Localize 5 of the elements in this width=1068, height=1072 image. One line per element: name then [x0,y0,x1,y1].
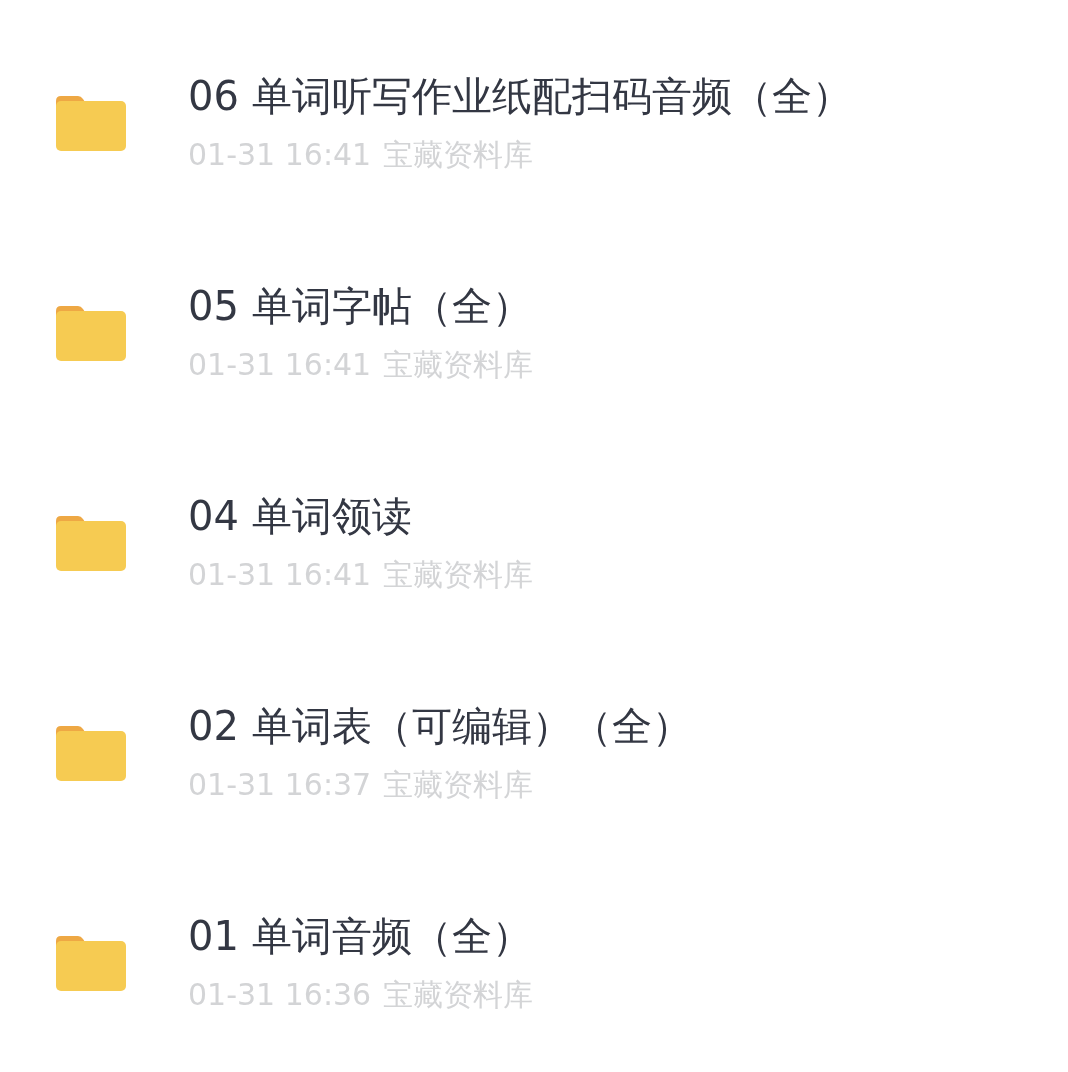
folder-name[interactable]: 02 单词表（可编辑）（全） [188,701,692,751]
folder-name[interactable]: 06 单词听写作业纸配扫码音频（全） [188,71,852,121]
folder-name[interactable]: 01 单词音频（全） [188,911,534,961]
folder-name[interactable]: 05 单词字帖（全） [188,281,534,331]
folder-name[interactable]: 04 单词领读 [188,491,534,541]
